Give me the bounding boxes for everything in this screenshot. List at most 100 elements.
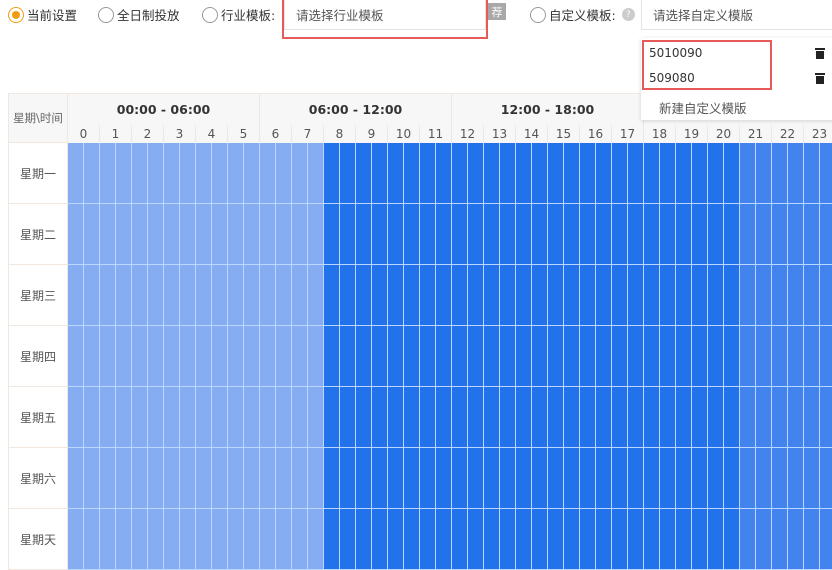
schedule-cell[interactable] <box>612 509 628 570</box>
schedule-cell[interactable] <box>116 448 132 509</box>
schedule-cell[interactable] <box>772 143 788 204</box>
schedule-cell[interactable] <box>276 143 292 204</box>
schedule-cell[interactable] <box>276 326 292 387</box>
schedule-cell[interactable] <box>132 448 148 509</box>
schedule-cell[interactable] <box>596 265 612 326</box>
schedule-cell[interactable] <box>628 509 644 570</box>
schedule-cell[interactable] <box>356 509 372 570</box>
schedule-cell[interactable] <box>276 509 292 570</box>
schedule-cell[interactable] <box>804 143 820 204</box>
schedule-cell[interactable] <box>308 387 324 448</box>
schedule-cell[interactable] <box>788 204 804 265</box>
schedule-cell[interactable] <box>692 326 708 387</box>
schedule-cell[interactable] <box>532 143 548 204</box>
schedule-cell[interactable] <box>452 204 468 265</box>
schedule-cell[interactable] <box>484 509 500 570</box>
schedule-cell[interactable] <box>564 509 580 570</box>
schedule-cell[interactable] <box>516 448 532 509</box>
schedule-cell[interactable] <box>436 448 452 509</box>
new-custom-template[interactable]: 新建自定义模版 <box>659 98 747 117</box>
schedule-cell[interactable] <box>628 326 644 387</box>
schedule-cell[interactable] <box>132 387 148 448</box>
day-label[interactable]: 星期二 <box>8 204 68 265</box>
schedule-cell[interactable] <box>404 204 420 265</box>
hour-header[interactable]: 4 <box>196 125 228 143</box>
hour-header[interactable]: 1 <box>100 125 132 143</box>
schedule-cell[interactable] <box>596 387 612 448</box>
schedule-cell[interactable] <box>68 509 84 570</box>
schedule-cell[interactable] <box>724 204 740 265</box>
schedule-cell[interactable] <box>820 143 832 204</box>
day-label[interactable]: 星期五 <box>8 387 68 448</box>
schedule-cell[interactable] <box>500 143 516 204</box>
schedule-cell[interactable] <box>564 143 580 204</box>
schedule-cell[interactable] <box>660 143 676 204</box>
schedule-cell[interactable] <box>708 326 724 387</box>
schedule-cell[interactable] <box>676 204 692 265</box>
schedule-cell[interactable] <box>372 509 388 570</box>
schedule-cell[interactable] <box>756 326 772 387</box>
hour-header[interactable]: 3 <box>164 125 196 143</box>
schedule-cell[interactable] <box>660 387 676 448</box>
schedule-cell[interactable] <box>260 265 276 326</box>
schedule-cell[interactable] <box>452 448 468 509</box>
schedule-cell[interactable] <box>132 143 148 204</box>
schedule-cell[interactable] <box>772 326 788 387</box>
schedule-cell[interactable] <box>292 326 308 387</box>
hour-header[interactable]: 16 <box>580 125 612 143</box>
schedule-cell[interactable] <box>68 448 84 509</box>
schedule-cell[interactable] <box>724 143 740 204</box>
schedule-cell[interactable] <box>180 326 196 387</box>
schedule-cell[interactable] <box>772 509 788 570</box>
schedule-cell[interactable] <box>692 143 708 204</box>
schedule-cell[interactable] <box>804 448 820 509</box>
schedule-cell[interactable] <box>596 143 612 204</box>
schedule-cell[interactable] <box>228 265 244 326</box>
schedule-cell[interactable] <box>292 387 308 448</box>
schedule-cell[interactable] <box>148 448 164 509</box>
schedule-cell[interactable] <box>772 387 788 448</box>
schedule-cell[interactable] <box>692 204 708 265</box>
schedule-cell[interactable] <box>644 448 660 509</box>
schedule-cell[interactable] <box>244 265 260 326</box>
schedule-cell[interactable] <box>180 143 196 204</box>
schedule-cell[interactable] <box>740 448 756 509</box>
schedule-cell[interactable] <box>308 265 324 326</box>
schedule-cell[interactable] <box>628 387 644 448</box>
schedule-cell[interactable] <box>468 448 484 509</box>
schedule-cell[interactable] <box>820 326 832 387</box>
schedule-cell[interactable] <box>788 143 804 204</box>
schedule-cell[interactable] <box>564 448 580 509</box>
schedule-cell[interactable] <box>324 448 340 509</box>
schedule-cell[interactable] <box>356 143 372 204</box>
schedule-cell[interactable] <box>500 204 516 265</box>
schedule-cell[interactable] <box>692 265 708 326</box>
schedule-cell[interactable] <box>228 143 244 204</box>
schedule-cell[interactable] <box>84 448 100 509</box>
schedule-cell[interactable] <box>500 326 516 387</box>
schedule-cell[interactable] <box>756 143 772 204</box>
schedule-cell[interactable] <box>468 143 484 204</box>
schedule-cell[interactable] <box>452 387 468 448</box>
schedule-cell[interactable] <box>244 204 260 265</box>
day-label[interactable]: 星期四 <box>8 326 68 387</box>
schedule-cell[interactable] <box>404 143 420 204</box>
schedule-cell[interactable] <box>612 204 628 265</box>
schedule-cell[interactable] <box>420 143 436 204</box>
schedule-cell[interactable] <box>244 448 260 509</box>
schedule-cell[interactable] <box>692 387 708 448</box>
schedule-cell[interactable] <box>260 143 276 204</box>
hour-header[interactable]: 17 <box>612 125 644 143</box>
schedule-cell[interactable] <box>820 204 832 265</box>
schedule-cell[interactable] <box>116 265 132 326</box>
schedule-cell[interactable] <box>580 509 596 570</box>
schedule-cell[interactable] <box>196 143 212 204</box>
schedule-cell[interactable] <box>740 509 756 570</box>
schedule-cell[interactable] <box>436 143 452 204</box>
schedule-cell[interactable] <box>644 326 660 387</box>
trash-icon[interactable] <box>815 73 825 84</box>
schedule-cell[interactable] <box>308 143 324 204</box>
schedule-cell[interactable] <box>772 204 788 265</box>
schedule-cell[interactable] <box>436 509 452 570</box>
schedule-cell[interactable] <box>740 204 756 265</box>
